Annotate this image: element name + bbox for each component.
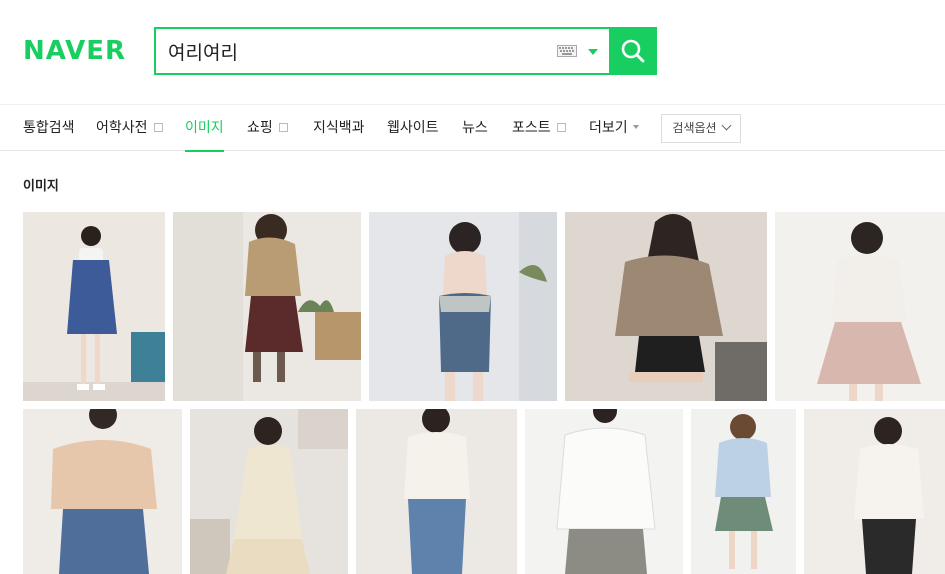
naver-logo[interactable]: NAVER — [23, 36, 126, 66]
search-icon — [621, 39, 645, 63]
search-tabs: 통합검색 어학사전 이미지 쇼핑 지식백과 웹사이트 뉴스 포스트 더보기 검색… — [0, 104, 945, 152]
external-link-icon — [278, 122, 288, 132]
external-link-icon — [153, 122, 163, 132]
image-result[interactable] — [173, 212, 361, 401]
search-box — [154, 27, 656, 75]
tab-post[interactable]: 포스트 — [512, 105, 566, 151]
tab-news[interactable]: 뉴스 — [462, 105, 488, 151]
tab-dictionary[interactable]: 어학사전 — [96, 105, 163, 151]
image-result[interactable] — [804, 409, 945, 574]
tab-shopping[interactable]: 쇼핑 — [247, 105, 288, 151]
tab-images[interactable]: 이미지 — [185, 105, 224, 152]
image-result[interactable] — [775, 212, 945, 401]
autocomplete-toggle-icon[interactable] — [588, 49, 598, 55]
chevron-down-icon — [721, 120, 732, 131]
image-result[interactable] — [23, 409, 182, 574]
search-input[interactable] — [168, 37, 548, 65]
image-result[interactable] — [23, 212, 165, 401]
header: NAVER — [0, 0, 945, 104]
image-result[interactable] — [190, 409, 348, 574]
tab-integrated[interactable]: 통합검색 — [23, 105, 75, 151]
tab-encyclopedia[interactable]: 지식백과 — [313, 105, 365, 151]
keyboard-icon[interactable] — [557, 45, 577, 57]
image-result[interactable] — [525, 409, 683, 574]
tab-websites[interactable]: 웹사이트 — [387, 105, 439, 151]
section-title: 이미지 — [23, 179, 59, 194]
external-link-icon — [556, 122, 566, 132]
search-button[interactable] — [609, 27, 657, 75]
image-result[interactable] — [691, 409, 796, 574]
image-result[interactable] — [356, 409, 517, 574]
search-options-button[interactable]: 검색옵션 — [661, 114, 741, 143]
image-result[interactable] — [369, 212, 557, 401]
tab-more[interactable]: 더보기 — [589, 105, 639, 151]
image-result[interactable] — [565, 212, 767, 401]
caret-down-icon — [632, 125, 639, 129]
